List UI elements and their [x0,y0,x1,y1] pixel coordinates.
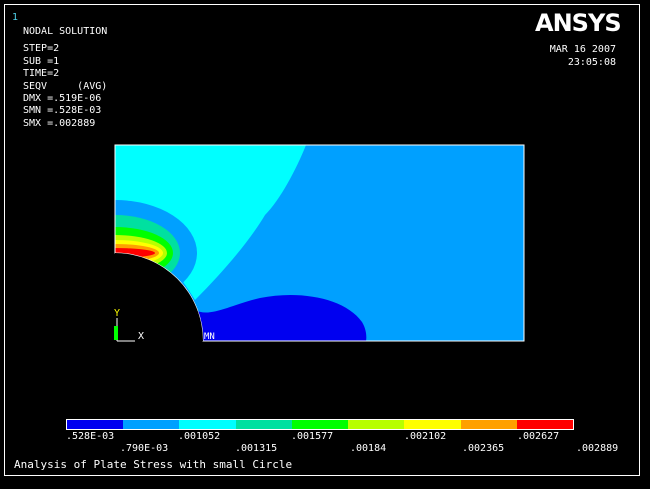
legend-segment-4 [291,420,349,429]
legend-segment-2 [179,420,236,429]
legend-label-top-0: .528E-03 [66,431,115,442]
legend-segment-1 [123,420,180,429]
legend-label-bottom-1: .001315 [235,443,278,454]
legend-segment-6 [404,420,461,429]
legend-label-bottom-0: .790E-03 [120,443,169,454]
legend-segment-0 [67,420,124,429]
legend-label-top-2: .001577 [291,431,334,442]
legend-segment-5 [348,420,405,429]
legend-label-top-1: .001052 [178,431,221,442]
legend-label-top-4: .002627 [517,431,560,442]
axis-y-label: Y [114,308,120,319]
legend-label-top-3: .002102 [404,431,447,442]
legend-segment-8 [516,420,573,429]
legend-segment-7 [460,420,517,429]
plot-caption: Analysis of Plate Stress with small Circ… [14,458,293,471]
legend-color-bar [66,419,574,430]
legend-label-bottom-4: .002889 [576,443,619,454]
min-marker: MN [204,332,215,342]
stress-contours [115,145,524,341]
contour-plot[interactable]: Y X MN [0,0,650,489]
legend-label-bottom-3: .002365 [462,443,505,454]
legend-label-bottom-2: .00184 [350,443,387,454]
axis-x-label: X [138,331,144,342]
legend-segment-3 [235,420,292,429]
